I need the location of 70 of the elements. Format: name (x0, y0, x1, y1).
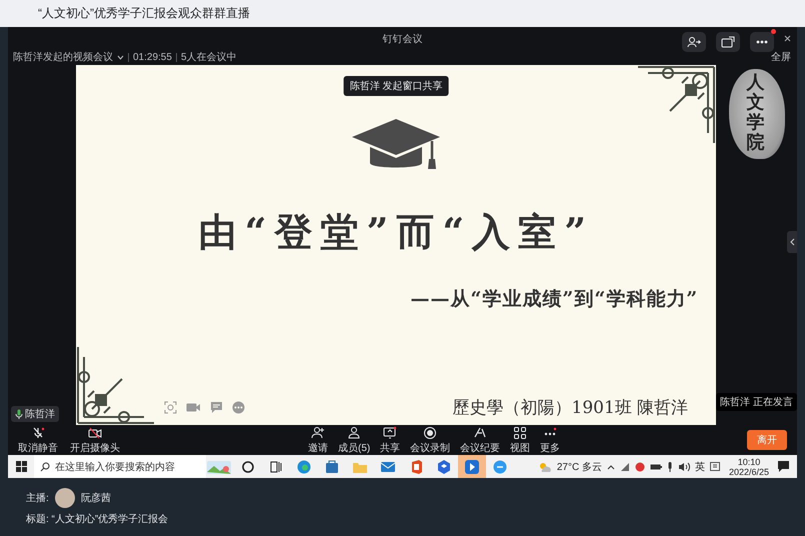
notification-icon[interactable] (778, 461, 789, 472)
toolbar-button[interactable]: 共享 (380, 426, 400, 454)
speaker-icon[interactable] (678, 462, 690, 472)
battery-icon[interactable] (650, 462, 662, 470)
keyboard-icon[interactable] (710, 462, 720, 471)
host-name: 阮彦茜 (80, 492, 111, 505)
toolbar-button[interactable]: 开启摄像头 (70, 426, 120, 454)
toolbar-button[interactable]: 取消静音 (18, 426, 58, 454)
weather-sun-cloud-icon (538, 460, 552, 472)
camera-off-icon (88, 426, 102, 440)
page-title: “人文初心”优秀学子汇报会观众群群直播 (38, 5, 250, 22)
host-avatar (54, 488, 75, 508)
input-method-indicator[interactable]: 英 (694, 460, 705, 474)
slide-title: 由“登堂”而“入室” (198, 208, 594, 256)
search-icon (40, 462, 50, 472)
fullscreen-label[interactable]: 全屏 (771, 50, 791, 64)
grid-icon (513, 426, 528, 440)
slide-author: 歷史學（初陽）1901班 陳哲洋 (452, 397, 688, 419)
meeting-name: 陈哲洋发起的视频会议 (13, 50, 113, 64)
weather-text: 27°C 多云 (556, 460, 602, 474)
toolbar-button[interactable]: 成员(5) (338, 426, 370, 454)
task-view-icon (268, 458, 284, 474)
record-icon (423, 426, 438, 440)
chevron-up-icon[interactable] (606, 464, 615, 470)
window-title: 钉钉会议 (382, 34, 422, 45)
people-share-icon (687, 36, 701, 48)
more-icon[interactable] (232, 401, 246, 414)
video-app-icon (464, 458, 480, 474)
chat-icon[interactable] (210, 401, 224, 414)
add-person-icon (311, 426, 325, 440)
chevron-left-icon (790, 238, 794, 246)
network-icon[interactable] (620, 462, 630, 472)
chat-bubble-icon (492, 458, 508, 474)
speaking-tag: 陈哲洋 正在发言 (716, 393, 797, 411)
chevron-down-icon[interactable] (117, 54, 124, 60)
mic-tag-name: 陈哲洋 (25, 408, 55, 421)
stream-title: 标题: “人文初心”优秀学子汇报会 (26, 512, 170, 526)
pen-icon (473, 426, 488, 440)
toolbar-button[interactable]: 更多 (540, 426, 560, 454)
more-button[interactable] (750, 32, 774, 52)
ring-icon (240, 458, 256, 474)
college-logo: 人文学院 (728, 69, 785, 159)
person-icon (347, 426, 362, 440)
antivirus-icon[interactable] (634, 462, 645, 472)
store-bag-icon (324, 458, 340, 474)
participant-count: 5人在会议中 (180, 50, 236, 64)
close-icon[interactable] (784, 34, 791, 42)
screenshot-icon[interactable] (164, 401, 178, 414)
toolbar-button[interactable]: 会议纪要 (460, 426, 500, 454)
people-share-button[interactable] (682, 32, 706, 52)
share-banner: 陈哲洋 发起窗口共享 (344, 76, 449, 96)
screen-share-icon (383, 426, 398, 440)
notification-dot (771, 29, 776, 34)
taskbar-clock[interactable]: 10:10 2022/6/25 (728, 456, 769, 476)
taskbar-search-field[interactable]: 在这里输入你要搜索的内容 (34, 455, 206, 478)
collapse-button[interactable] (787, 231, 797, 253)
mic-muted-icon (31, 426, 45, 440)
video-camera-icon[interactable] (186, 402, 202, 413)
browser-icon (296, 458, 312, 474)
slide-subtitle: ——从“学业成绩”到“学科能力” (410, 287, 698, 312)
cube-icon (436, 458, 452, 474)
meeting-duration: 01:29:55 (133, 52, 172, 62)
windows-start-icon[interactable] (16, 461, 26, 472)
toolbar-button[interactable]: 视图 (510, 426, 530, 454)
mic-icon (15, 409, 23, 419)
toolbar-button[interactable]: 会议录制 (410, 426, 450, 454)
window-share-button[interactable] (716, 32, 740, 52)
microphone-icon[interactable] (666, 462, 673, 472)
host-label: 主播: (26, 492, 49, 505)
toolbar-button[interactable]: 邀请 (308, 426, 328, 454)
